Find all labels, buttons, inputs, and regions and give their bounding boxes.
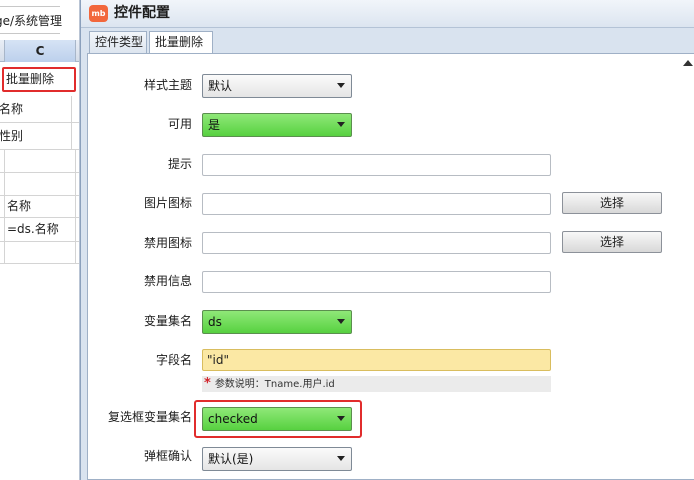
popup-confirm-label: 弹框确认: [143, 449, 192, 463]
enabled-label: 可用: [167, 117, 192, 131]
config-panel: 样式主题 默认 可用 是 提示 图片图标 选择 禁用图标 选择 禁用信息 变量集…: [87, 53, 694, 480]
image-icon-input[interactable]: [202, 193, 551, 215]
dialog-titlebar[interactable]: mb 控件配置: [81, 0, 694, 28]
style-theme-label: 样式主题: [143, 78, 192, 92]
app-logo-icon: mb: [89, 5, 108, 22]
hint-label: 提示: [167, 157, 192, 171]
scroll-up-icon[interactable]: [683, 60, 693, 66]
variable-set-label: 变量集名: [143, 314, 192, 328]
disabled-icon-label: 禁用图标: [143, 236, 192, 250]
disabled-icon-select-button[interactable]: 选择: [562, 231, 662, 253]
chevron-down-icon: [337, 83, 345, 88]
param-note: * 参数说明：Tname.用户.id: [202, 376, 551, 392]
field-name-input[interactable]: "id": [202, 349, 551, 371]
popup-confirm-value: 默认(是): [208, 452, 254, 466]
popup-confirm-select[interactable]: 默认(是): [202, 447, 352, 471]
hint-input[interactable]: [202, 154, 551, 176]
checkbox-variable-set-label: 复选框变量集名: [107, 410, 192, 424]
image-icon-label: 图片图标: [143, 196, 192, 210]
tab-batch-delete[interactable]: 批量删除: [149, 31, 213, 54]
param-note-text: 参数说明：Tname.用户.id: [214, 379, 335, 390]
dialog-title: 控件配置: [114, 5, 170, 21]
control-config-dialog: mb 控件配置 控件类型 批量删除 样式主题 默认 可用 是 提示 图片图标 选…: [80, 0, 694, 480]
style-theme-select[interactable]: 默认: [202, 74, 352, 98]
chevron-down-icon: [337, 122, 345, 127]
highlight-box: [194, 400, 362, 438]
sheet-path: page/系统管理: [0, 6, 62, 34]
disabled-info-input[interactable]: [202, 271, 551, 293]
tab-control-type[interactable]: 控件类型: [89, 31, 147, 53]
image-icon-select-button[interactable]: 选择: [562, 192, 662, 214]
enabled-select[interactable]: 是: [202, 113, 352, 137]
disabled-icon-input[interactable]: [202, 232, 551, 254]
variable-set-value: ds: [208, 315, 222, 329]
column-header-c[interactable]: C: [4, 40, 76, 62]
variable-set-select[interactable]: ds: [202, 310, 352, 334]
disabled-info-label: 禁用信息: [143, 274, 192, 288]
sheet-column-header: C: [0, 40, 79, 62]
sheet-cell[interactable]: [4, 173, 76, 195]
chevron-down-icon: [337, 319, 345, 324]
enabled-value: 是: [208, 118, 221, 132]
field-name-label: 字段名: [155, 353, 192, 367]
chevron-down-icon: [337, 456, 345, 461]
style-theme-value: 默认: [208, 79, 233, 93]
sheet-row: [0, 173, 79, 196]
asterisk-icon: *: [204, 376, 211, 391]
